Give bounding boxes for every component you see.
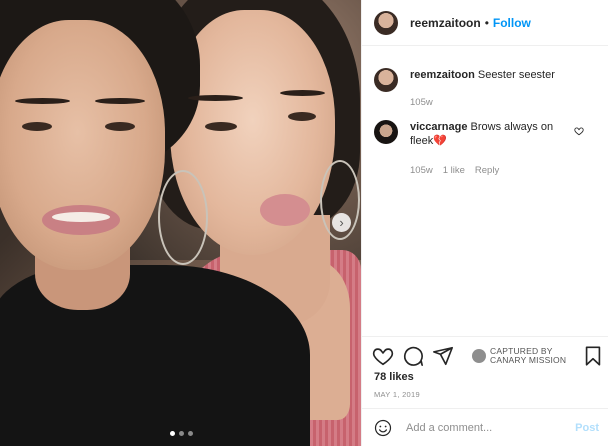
follow-button[interactable]: Follow: [493, 16, 531, 30]
bookmark-icon[interactable]: [582, 345, 604, 367]
photo-brow: [280, 90, 325, 96]
caption-comment: reemzaitoon Seester seester 105w: [374, 68, 604, 110]
reply-button[interactable]: Reply: [475, 164, 499, 178]
photo-eye: [105, 122, 135, 131]
photo-eye: [205, 122, 237, 131]
comment-meta: 105w: [410, 96, 570, 110]
emoji-smile-icon[interactable]: [374, 419, 392, 437]
avatar[interactable]: [374, 68, 398, 92]
carousel-dot: [170, 431, 175, 436]
post-photo[interactable]: ›: [0, 0, 361, 446]
comment-body: viccarnage Brows always on fleek💔 105w 1…: [410, 120, 570, 178]
post-side-panel: reemzaitoon • Follow reemzaitoon Seester…: [361, 0, 608, 446]
photo-brow: [95, 98, 145, 104]
likes-count[interactable]: 78 likes: [374, 371, 414, 383]
carousel-dot: [188, 431, 193, 436]
carousel-dots: [170, 431, 193, 436]
heart-icon[interactable]: [372, 345, 394, 367]
action-bar: CAPTURED BY CANARY MISSION: [362, 336, 608, 376]
photo-eye: [288, 112, 316, 121]
canary-mission-logo-icon: [472, 349, 486, 363]
header-separator: •: [484, 15, 489, 30]
avatar[interactable]: [374, 10, 398, 35]
header-username[interactable]: reemzaitoon: [410, 16, 481, 30]
comment-item: viccarnage Brows always on fleek💔 105w 1…: [374, 120, 604, 178]
comment-username[interactable]: reemzaitoon: [410, 69, 475, 81]
like-comment-heart-icon[interactable]: [574, 126, 584, 136]
photo-earring-left: [158, 170, 208, 265]
add-comment-input[interactable]: [406, 421, 566, 434]
comment-icon[interactable]: [402, 345, 424, 367]
next-photo-button[interactable]: ›: [332, 213, 351, 232]
comment-composer: Post: [362, 408, 608, 446]
photo-lips: [260, 194, 310, 226]
post-date[interactable]: MAY 1, 2019: [374, 390, 420, 399]
photo-brow: [15, 98, 70, 104]
comment-age[interactable]: 105w: [410, 96, 433, 110]
post-header: reemzaitoon • Follow: [362, 0, 608, 46]
photo-eye: [22, 122, 52, 131]
comment-likes[interactable]: 1 like: [443, 164, 465, 178]
carousel-dot: [179, 431, 184, 436]
photo-brow: [188, 95, 243, 101]
captured-by-text: CAPTURED BY CANARY MISSION: [490, 347, 566, 365]
comment-text: Seester seester: [477, 69, 555, 81]
comment-meta: 105w 1 like Reply: [410, 164, 570, 178]
photo-teeth: [52, 212, 110, 222]
comment-age[interactable]: 105w: [410, 164, 433, 178]
comment-username[interactable]: viccarnage: [410, 121, 467, 133]
post-comment-button[interactable]: Post: [575, 422, 599, 434]
captured-line-2: CANARY MISSION: [490, 355, 567, 365]
avatar[interactable]: [374, 120, 398, 144]
captured-by-badge: CAPTURED BY CANARY MISSION: [472, 347, 566, 365]
share-icon[interactable]: [432, 345, 454, 367]
comment-body: reemzaitoon Seester seester 105w: [410, 68, 570, 110]
